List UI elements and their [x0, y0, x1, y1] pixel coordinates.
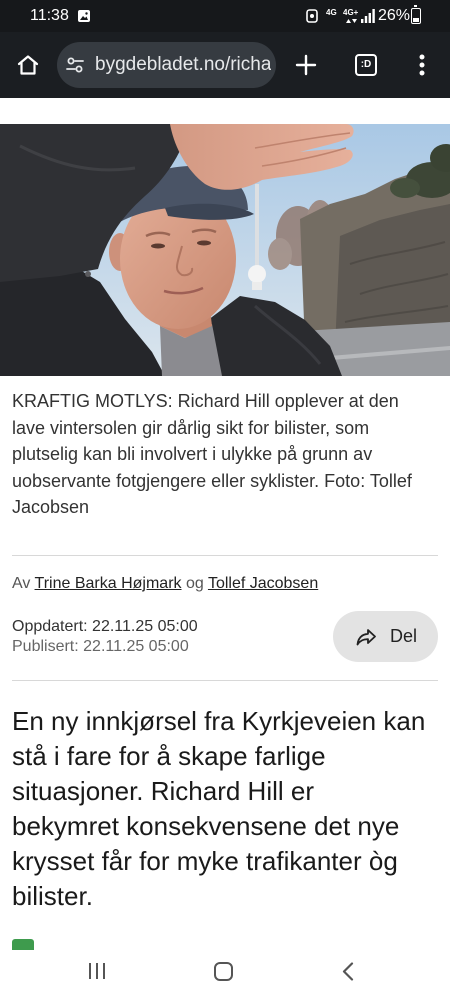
photo-caption: KRAFTIG MOTLYS: Richard Hill opplever at… — [12, 391, 412, 517]
photo-jacket-button — [85, 271, 91, 277]
photo-pole — [255, 184, 259, 274]
signal-icon — [361, 9, 375, 23]
share-label: Del — [390, 626, 418, 646]
battery-level — [413, 18, 419, 22]
article-photo — [0, 124, 450, 376]
byline-conjunction: og — [185, 575, 204, 592]
back-icon[interactable] — [341, 962, 355, 981]
published-date: Publisert: 22.11.25 05:00 — [12, 638, 189, 655]
address-bar[interactable]: bygdebladet.no/richa — [57, 42, 276, 88]
article-lead: En ny innkjørsel fra Kyrkjeveien kan stå… — [12, 706, 426, 911]
share-button[interactable]: Del — [333, 611, 438, 662]
home-icon[interactable] — [16, 53, 40, 77]
gallery-icon — [78, 10, 90, 22]
photo-sign-plate — [252, 282, 262, 290]
phone-screen: 11:38 4G 4G+ 26% bygdebladet.no/richa:D… — [0, 0, 450, 1000]
updated-date: Oppdatert: 22.11.25 05:00 — [12, 618, 198, 635]
status-bar: 11:38 4G 4G+ 26% — [0, 0, 450, 32]
battery-icon — [411, 5, 421, 24]
status-time: 11:38 — [30, 7, 69, 24]
network-type-primary: 4G — [326, 8, 337, 17]
photo-sign — [248, 265, 266, 283]
divider — [12, 555, 438, 556]
article-dates: Oppdatert: 22.11.25 05:00 Publisert: 22.… — [12, 617, 198, 657]
tabs-icon[interactable]: :D — [355, 54, 377, 76]
byline: Av Trine Barka Højmark og Tollef Jacobse… — [12, 574, 318, 594]
author-link-2[interactable]: Tollef Jacobsen — [208, 575, 318, 592]
menu-icon[interactable] — [416, 53, 428, 77]
byline-prefix: Av — [12, 575, 31, 592]
network-type-secondary: 4G+ — [343, 8, 359, 17]
url-text[interactable]: bygdebladet.no/richa — [95, 42, 271, 88]
notification-icon — [306, 9, 318, 23]
recent-apps-icon[interactable] — [87, 962, 107, 980]
system-navigation-bar — [0, 950, 450, 1000]
battery-percentage: 26% — [378, 7, 411, 24]
home-nav-icon[interactable] — [214, 962, 233, 981]
plus-icon[interactable] — [295, 54, 317, 76]
share-icon — [356, 629, 376, 646]
divider — [12, 680, 438, 681]
data-arrows-icon — [346, 19, 357, 23]
author-link-1[interactable]: Trine Barka Højmark — [35, 575, 182, 592]
tune-icon[interactable] — [65, 55, 85, 75]
